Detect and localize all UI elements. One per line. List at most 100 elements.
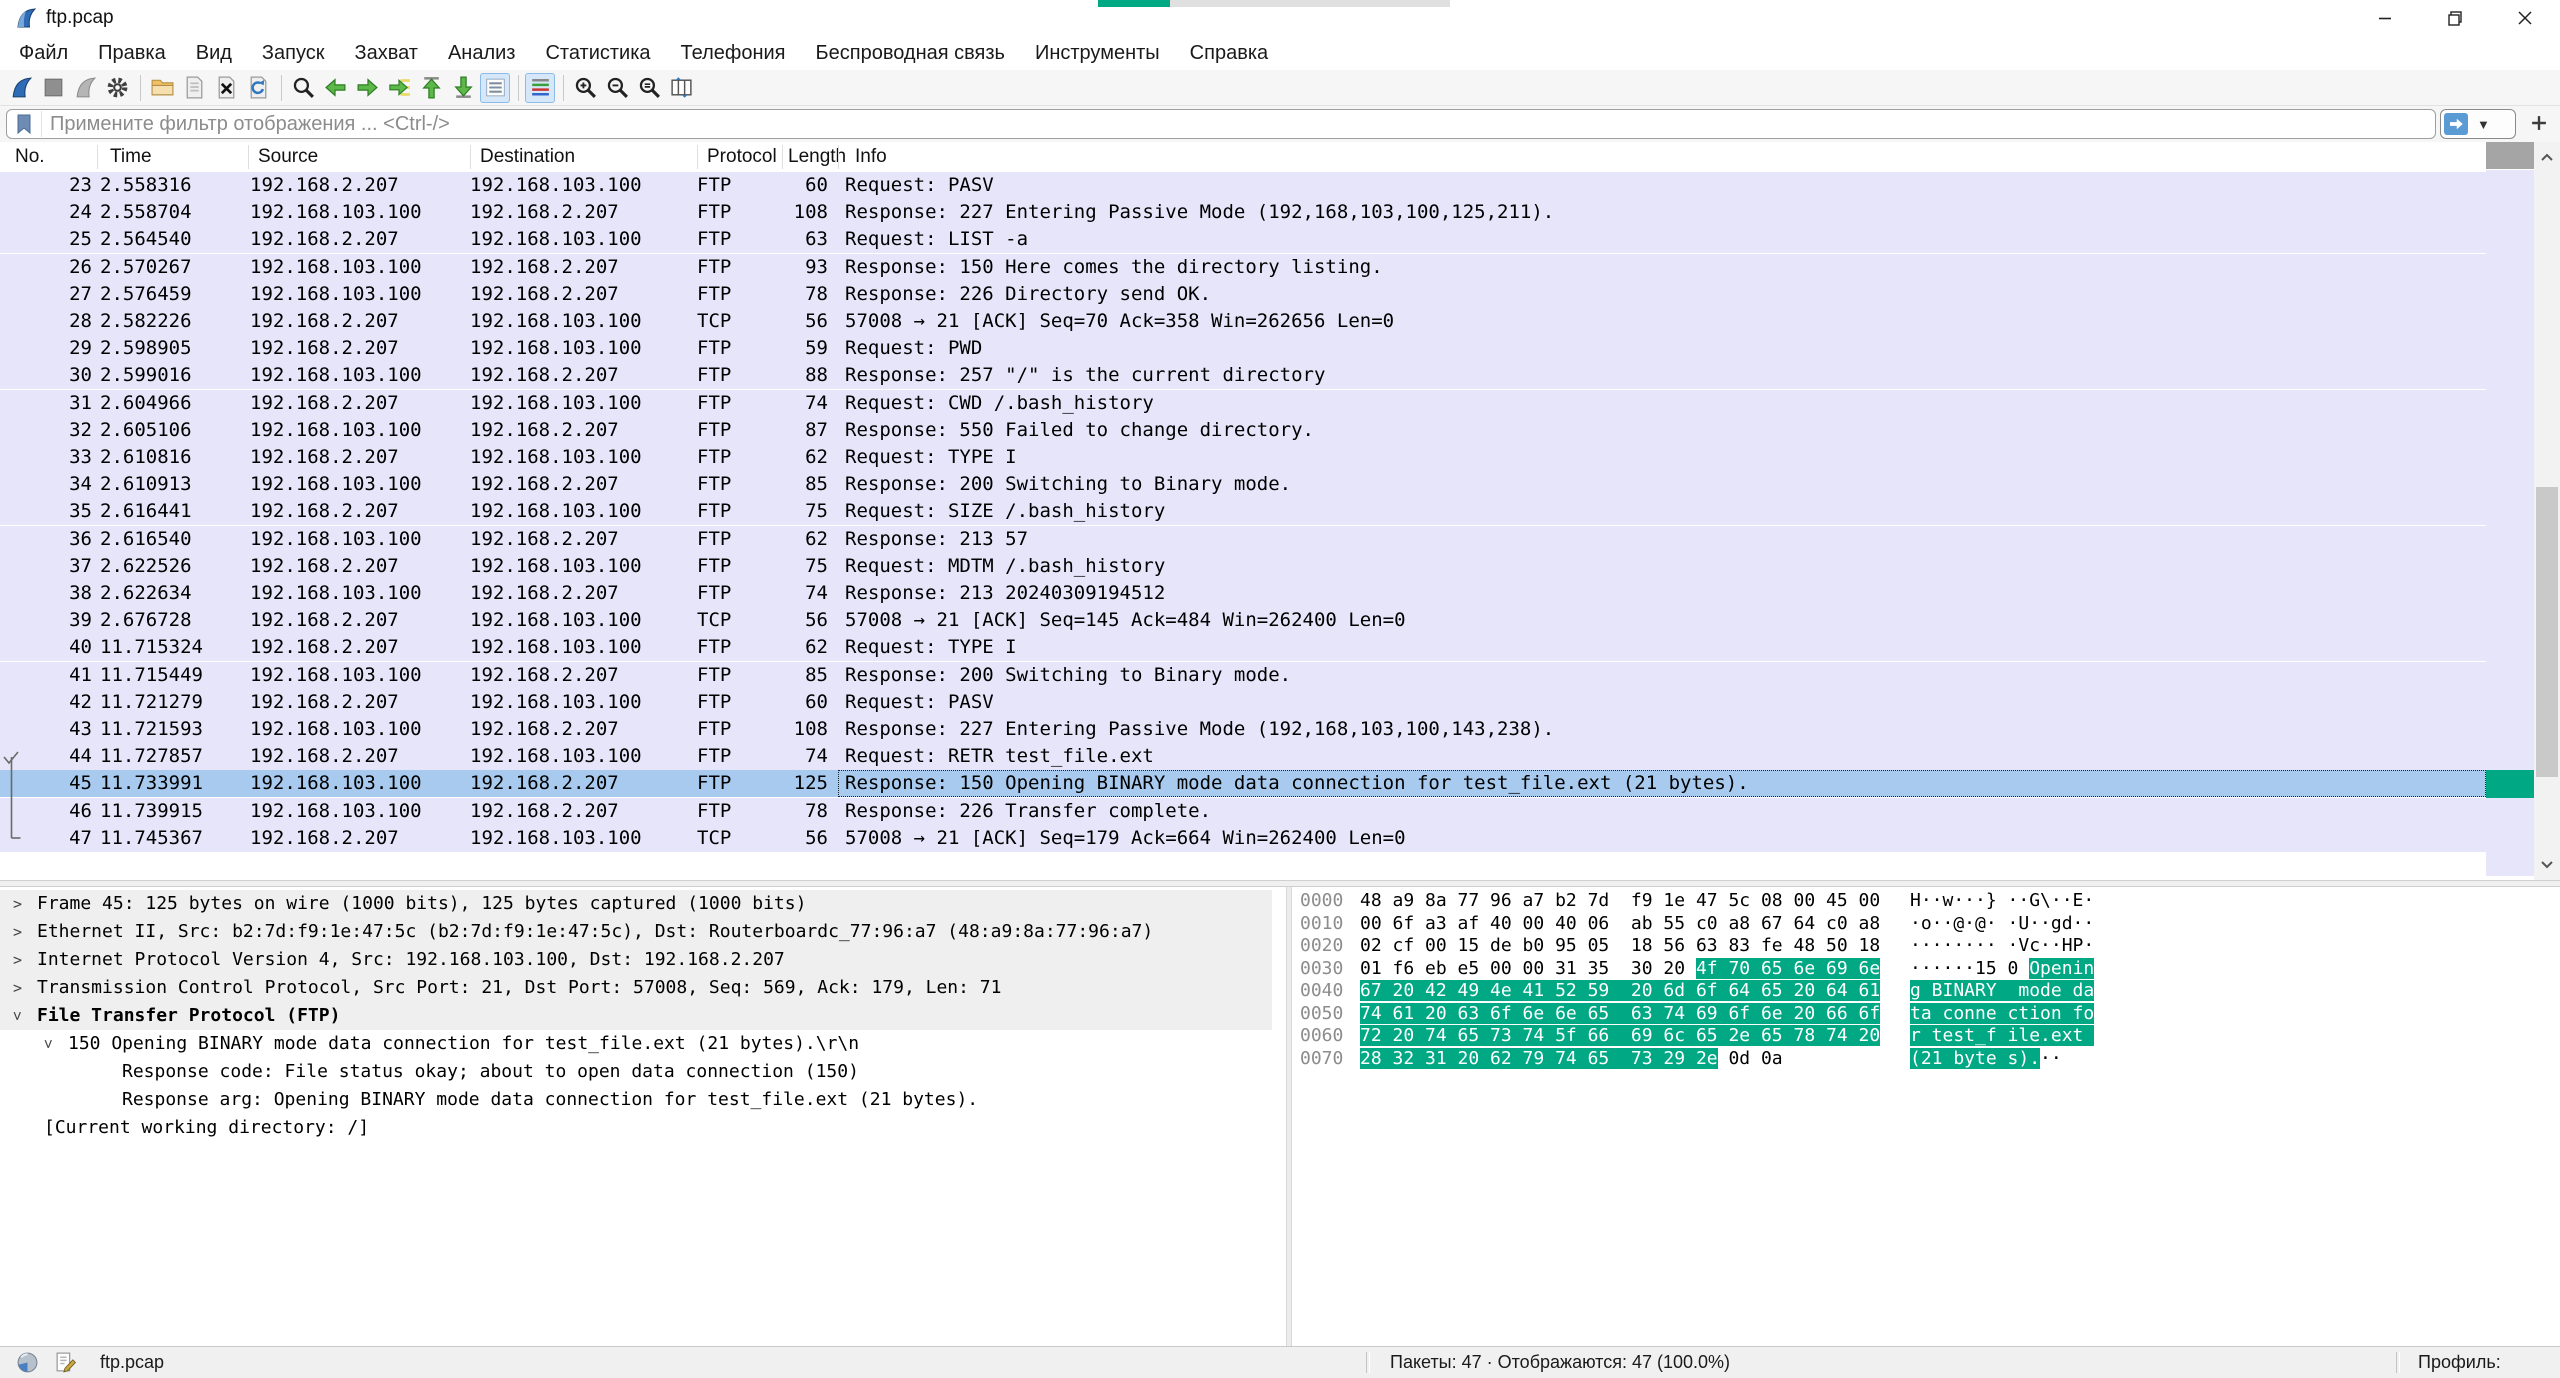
go-back-button[interactable] bbox=[320, 73, 350, 103]
packet-row-30[interactable]: 302.599016192.168.103.100192.168.2.207FT… bbox=[0, 362, 2486, 389]
hex-bytes[interactable]: 72 20 74 65 73 74 5f 66 69 6c 65 2e 65 7… bbox=[1360, 1025, 1880, 1047]
packet-row-29[interactable]: 292.598905192.168.2.207192.168.103.100FT… bbox=[0, 335, 2486, 362]
column-separator[interactable] bbox=[97, 145, 98, 169]
hex-bytes[interactable]: 67 20 42 49 4e 41 52 59 20 6d 6f 64 65 2… bbox=[1360, 980, 1880, 1002]
capture-comment-icon[interactable] bbox=[54, 1351, 77, 1378]
hex-ascii[interactable]: ·o··@·@· ·U··gd·· bbox=[1910, 913, 2094, 935]
menu-statistics[interactable]: Статистика bbox=[530, 36, 665, 70]
packet-row-41[interactable]: 4111.715449192.168.103.100192.168.2.207F… bbox=[0, 662, 2486, 689]
hex-ascii[interactable]: g BINARY mode da bbox=[1910, 980, 2094, 1002]
packet-row-24[interactable]: 242.558704192.168.103.100192.168.2.207FT… bbox=[0, 199, 2486, 226]
detail-row[interactable]: >File Transfer Protocol (FTP) bbox=[0, 1002, 1272, 1030]
column-header-source[interactable]: Source bbox=[258, 142, 318, 172]
minimize-button[interactable] bbox=[2350, 0, 2420, 36]
hex-row[interactable]: 000048 a9 8a 77 96 a7 b2 7d f9 1e 47 5c … bbox=[1292, 890, 2560, 912]
detail-row[interactable]: >Frame 45: 125 bytes on wire (1000 bits)… bbox=[0, 890, 1272, 918]
packet-row-31[interactable]: 312.604966192.168.2.207192.168.103.100FT… bbox=[0, 390, 2486, 417]
menu-tools[interactable]: Инструменты bbox=[1020, 36, 1175, 70]
detail-row[interactable]: >Ethernet II, Src: b2:7d:f9:1e:47:5c (b2… bbox=[0, 918, 1272, 946]
go-forward-button[interactable] bbox=[352, 73, 382, 103]
restore-button[interactable] bbox=[2420, 0, 2490, 36]
auto-scroll-button[interactable] bbox=[480, 73, 510, 103]
scroll-up-arrow-icon[interactable] bbox=[2534, 144, 2560, 170]
colorize-button[interactable] bbox=[525, 73, 555, 103]
menu-edit[interactable]: Правка bbox=[83, 36, 181, 70]
column-separator[interactable] bbox=[248, 145, 249, 169]
column-header-time[interactable]: Time bbox=[110, 142, 152, 172]
packet-row-40[interactable]: 4011.715324192.168.2.207192.168.103.100F… bbox=[0, 634, 2486, 661]
collapse-icon[interactable]: > bbox=[4, 1011, 32, 1020]
packet-row-44[interactable]: 4411.727857192.168.2.207192.168.103.100F… bbox=[0, 743, 2486, 770]
pane-splitter[interactable] bbox=[0, 880, 2560, 887]
hex-row[interactable]: 003001 f6 eb e5 00 00 31 35 30 20 4f 70 … bbox=[1292, 958, 2560, 980]
hex-row[interactable]: 002002 cf 00 15 de b0 95 05 18 56 63 83 … bbox=[1292, 935, 2560, 957]
apply-filter-button[interactable]: ▼ bbox=[2440, 109, 2516, 139]
packet-row-32[interactable]: 322.605106192.168.103.100192.168.2.207FT… bbox=[0, 417, 2486, 444]
display-filter-input[interactable] bbox=[42, 112, 2435, 137]
hex-bytes[interactable]: 48 a9 8a 77 96 a7 b2 7d f9 1e 47 5c 08 0… bbox=[1360, 890, 1880, 912]
close-file-button[interactable] bbox=[211, 73, 241, 103]
hex-row[interactable]: 007028 32 31 20 62 79 74 65 73 29 2e 0d … bbox=[1292, 1048, 2560, 1070]
scrollbar-thumb[interactable] bbox=[2536, 487, 2558, 777]
menu-go[interactable]: Запуск bbox=[247, 36, 340, 70]
hex-row[interactable]: 005074 61 20 63 6f 6e 6e 65 63 74 69 6f … bbox=[1292, 1003, 2560, 1025]
restart-capture-button[interactable] bbox=[70, 73, 100, 103]
packet-row-35[interactable]: 352.616441192.168.2.207192.168.103.100FT… bbox=[0, 498, 2486, 525]
packet-row-39[interactable]: 392.676728192.168.2.207192.168.103.100TC… bbox=[0, 607, 2486, 634]
zoom-in-button[interactable] bbox=[570, 73, 600, 103]
packet-row-38[interactable]: 382.622634192.168.103.100192.168.2.207FT… bbox=[0, 580, 2486, 607]
detail-row[interactable]: [Current working directory: /] bbox=[0, 1114, 1272, 1142]
reload-file-button[interactable] bbox=[243, 73, 273, 103]
filter-bookmark-icon[interactable] bbox=[7, 111, 42, 137]
packet-row-26[interactable]: 262.570267192.168.103.100192.168.2.207FT… bbox=[0, 254, 2486, 281]
hex-ascii[interactable]: r test_f ile.ext bbox=[1910, 1025, 2094, 1047]
zoom-out-button[interactable] bbox=[602, 73, 632, 103]
find-packet-button[interactable] bbox=[288, 73, 318, 103]
packet-row-23[interactable]: 232.558316192.168.2.207192.168.103.100FT… bbox=[0, 172, 2486, 199]
hex-bytes[interactable]: 74 61 20 63 6f 6e 6e 65 63 74 69 6f 6e 2… bbox=[1360, 1003, 1880, 1025]
column-separator[interactable] bbox=[470, 145, 471, 169]
packet-row-43[interactable]: 4311.721593192.168.103.100192.168.2.207F… bbox=[0, 716, 2486, 743]
resize-columns-button[interactable] bbox=[666, 73, 696, 103]
detail-row[interactable]: >150 Opening BINARY mode data connection… bbox=[0, 1030, 1272, 1058]
detail-row[interactable]: Response arg: Opening BINARY mode data c… bbox=[0, 1086, 1272, 1114]
hex-row[interactable]: 001000 6f a3 af 40 00 40 06 ab 55 c0 a8 … bbox=[1292, 913, 2560, 935]
collapse-icon[interactable]: > bbox=[35, 1039, 63, 1048]
display-filter-field[interactable] bbox=[6, 109, 2436, 139]
go-first-button[interactable] bbox=[416, 73, 446, 103]
column-header-no[interactable]: No. bbox=[15, 142, 45, 172]
packet-row-25[interactable]: 252.564540192.168.2.207192.168.103.100FT… bbox=[0, 226, 2486, 253]
detail-row[interactable]: Response code: File status okay; about t… bbox=[0, 1058, 1272, 1086]
packet-row-47[interactable]: 4711.745367192.168.2.207192.168.103.100T… bbox=[0, 825, 2486, 852]
packet-row-27[interactable]: 272.576459192.168.103.100192.168.2.207FT… bbox=[0, 281, 2486, 308]
menu-help[interactable]: Справка bbox=[1175, 36, 1283, 70]
column-header-destination[interactable]: Destination bbox=[480, 142, 575, 172]
expert-info-icon[interactable] bbox=[16, 1351, 39, 1378]
expand-icon[interactable]: > bbox=[13, 890, 22, 918]
close-button[interactable] bbox=[2490, 0, 2560, 36]
column-separator[interactable] bbox=[782, 145, 783, 169]
go-to-packet-button[interactable] bbox=[384, 73, 414, 103]
open-file-button[interactable] bbox=[147, 73, 177, 103]
hex-ascii[interactable]: ta conne ction fo bbox=[1910, 1003, 2094, 1025]
menu-telephony[interactable]: Телефония bbox=[666, 36, 801, 70]
expand-icon[interactable]: > bbox=[13, 974, 22, 1002]
zoom-reset-button[interactable] bbox=[634, 73, 664, 103]
status-profile[interactable]: Профиль: Default bbox=[2418, 1347, 2560, 1378]
filter-dropdown-caret-icon[interactable]: ▼ bbox=[2477, 117, 2490, 132]
hex-ascii[interactable]: ······15 0 Openin bbox=[1910, 958, 2094, 980]
hex-bytes[interactable]: 01 f6 eb e5 00 00 31 35 30 20 4f 70 65 6… bbox=[1360, 958, 1880, 980]
save-file-button[interactable] bbox=[179, 73, 209, 103]
add-filter-button[interactable] bbox=[2524, 109, 2554, 137]
expand-icon[interactable]: > bbox=[13, 946, 22, 974]
stop-capture-button[interactable] bbox=[38, 73, 68, 103]
hex-ascii[interactable]: (21 byte s).·· bbox=[1910, 1048, 2062, 1070]
hex-ascii[interactable]: H··w···} ··G\··E· bbox=[1910, 890, 2094, 912]
detail-row[interactable]: >Transmission Control Protocol, Src Port… bbox=[0, 974, 1272, 1002]
packet-row-28[interactable]: 282.582226192.168.2.207192.168.103.100TC… bbox=[0, 308, 2486, 335]
column-separator[interactable] bbox=[838, 145, 839, 169]
detail-row[interactable]: >Internet Protocol Version 4, Src: 192.1… bbox=[0, 946, 1272, 974]
column-header-protocol[interactable]: Protocol bbox=[707, 142, 777, 172]
packet-row-33[interactable]: 332.610816192.168.2.207192.168.103.100FT… bbox=[0, 444, 2486, 471]
start-capture-button[interactable] bbox=[6, 73, 36, 103]
